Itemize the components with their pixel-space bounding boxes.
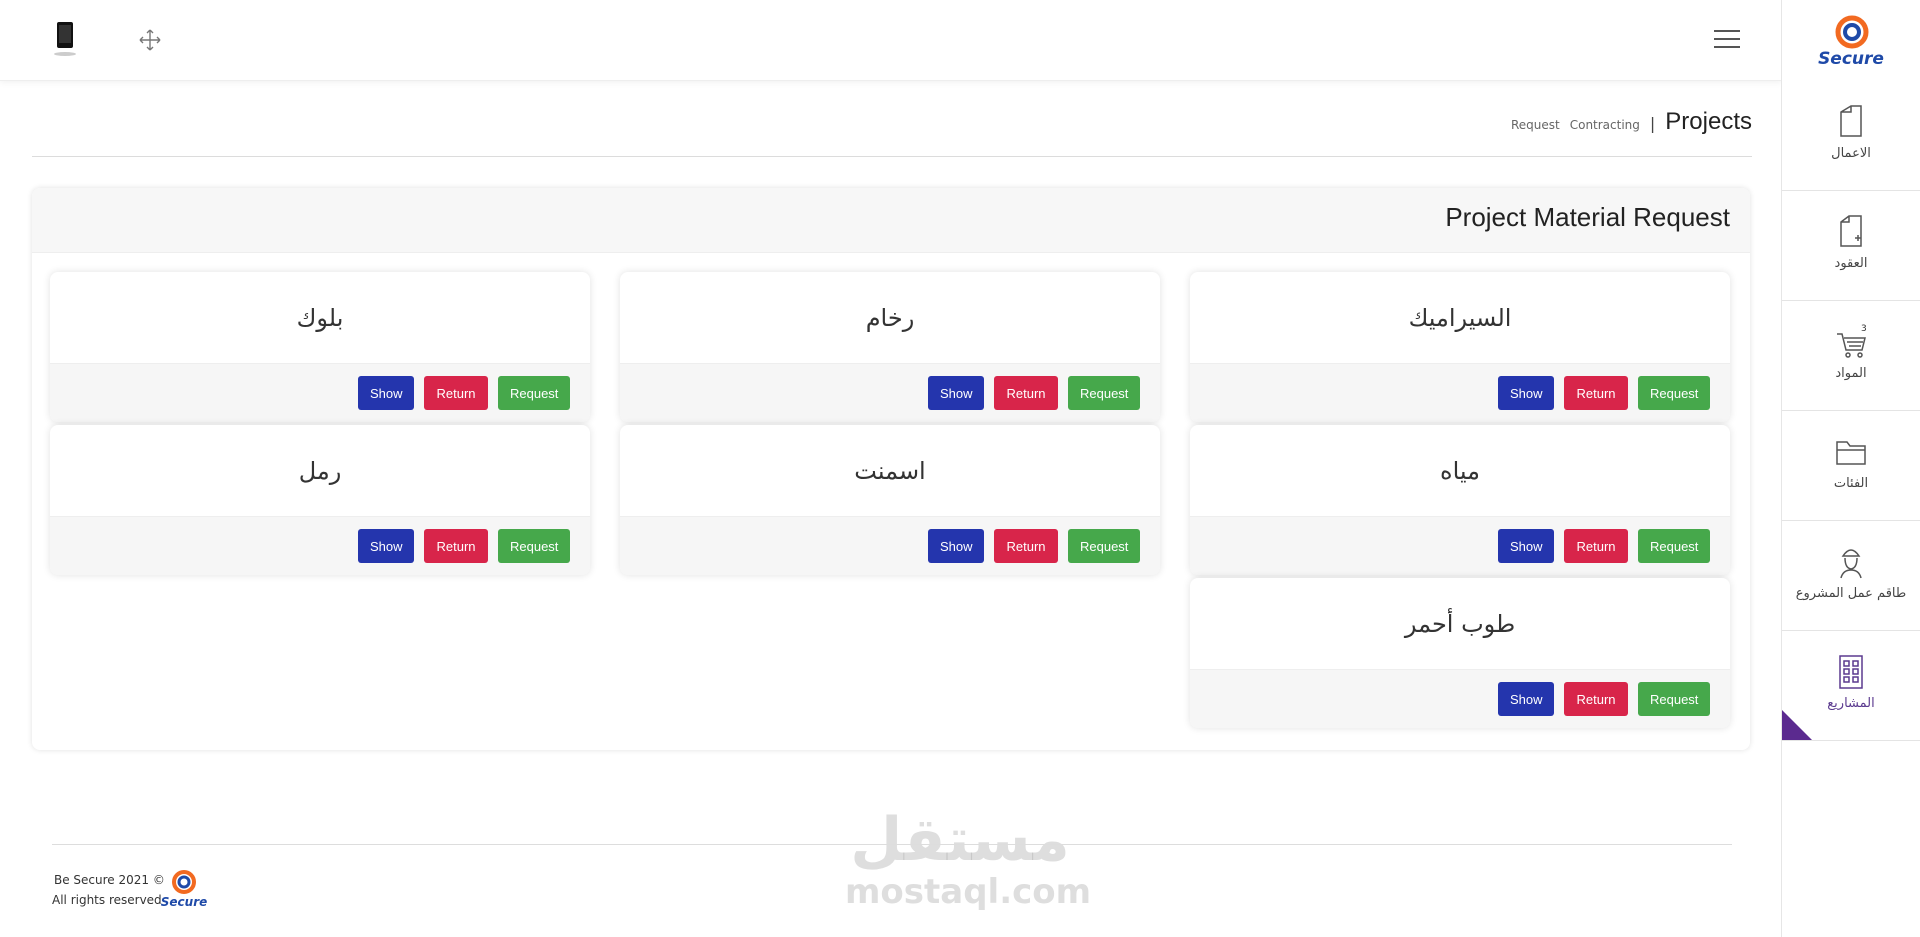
building-icon (1839, 655, 1863, 689)
hamburger-icon[interactable] (1714, 30, 1740, 50)
return-button[interactable]: Return (994, 376, 1058, 410)
logo-text: Secure (1818, 49, 1884, 68)
material-card-footer: Show Return Request (1190, 363, 1730, 422)
material-name: طوب أحمر (1404, 610, 1516, 638)
request-button[interactable]: Request (498, 376, 570, 410)
folder-icon (1836, 441, 1866, 465)
material-card-footer: Show Return Request (50, 516, 590, 575)
breadcrumb-separator: | (1649, 114, 1656, 133)
material-name: بلوك (296, 304, 344, 332)
document-icon (1840, 105, 1862, 137)
material-request-panel: Project Material Request السيراميك Show … (32, 188, 1750, 750)
sidebar-item-label: الفئات (1833, 476, 1869, 491)
sidebar-item-label: المواد (1835, 366, 1867, 381)
cart-icon: 3 (1837, 324, 1867, 358)
page-title: Projects (1665, 108, 1752, 135)
material-card: طوب أحمر Show Return Request (1190, 578, 1730, 728)
active-indicator (1782, 710, 1812, 740)
panel-title: Project Material Request (1445, 202, 1730, 232)
return-button[interactable]: Return (424, 376, 488, 410)
secure-logo[interactable]: Secure (1812, 12, 1890, 68)
material-card-footer: Show Return Request (1190, 516, 1730, 575)
sidebar-item-label: العقود (1834, 256, 1868, 271)
cart-badge: 3 (1861, 324, 1867, 334)
material-name: اسمنت (854, 457, 926, 485)
return-button[interactable]: Return (994, 529, 1058, 563)
watermark-arabic: مستقل (850, 805, 1070, 875)
sidebar-item-categories[interactable]: الفئات (1782, 410, 1920, 521)
material-card-footer: Show Return Request (1190, 669, 1730, 728)
return-button[interactable]: Return (1564, 529, 1628, 563)
material-name: رخام (865, 304, 915, 332)
add-document-icon (1840, 215, 1862, 247)
show-button[interactable]: Show (358, 376, 414, 410)
sidebar-item-contracts[interactable]: العقود (1782, 190, 1920, 301)
watermark: مستقل mostaql.com (845, 805, 1092, 912)
breadcrumb-request[interactable]: Request (1511, 118, 1560, 132)
show-button[interactable]: Show (1498, 529, 1554, 563)
material-card-footer: Show Return Request (50, 363, 590, 422)
tablet-icon[interactable] (52, 20, 78, 58)
request-button[interactable]: Request (1068, 376, 1140, 410)
top-header (0, 0, 1782, 81)
sidebar-item-materials[interactable]: 3 المواد (1782, 300, 1920, 411)
watermark-latin: mostaql.com (845, 872, 1092, 912)
footer: Be Secure 2021 © All rights reserved (52, 870, 165, 910)
show-button[interactable]: Show (1498, 682, 1554, 716)
show-button[interactable]: Show (1498, 376, 1554, 410)
sidebar-item-projects[interactable]: المشاريع (1782, 630, 1920, 741)
sidebar-item-label: الاعمال (1831, 146, 1871, 161)
return-button[interactable]: Return (424, 529, 488, 563)
material-card-footer: Show Return Request (620, 363, 1160, 422)
sidebar: Secure الاعمال العقود 3 المواد الفئات طا… (1781, 0, 1920, 937)
svg-text:Secure: Secure (161, 895, 208, 908)
material-card: رخام Show Return Request (620, 272, 1160, 422)
divider (32, 156, 1752, 157)
sidebar-item-label: طاقم عمل المشروع (1795, 586, 1907, 601)
worker-icon (1840, 549, 1862, 579)
rights-text: All rights reserved (52, 893, 162, 907)
request-button[interactable]: Request (498, 529, 570, 563)
material-card: اسمنت Show Return Request (620, 425, 1160, 575)
panel-header: Project Material Request (32, 188, 1750, 253)
breadcrumb-contracting[interactable]: Contracting (1570, 118, 1640, 132)
request-button[interactable]: Request (1638, 682, 1710, 716)
request-button[interactable]: Request (1638, 529, 1710, 563)
material-card-footer: Show Return Request (620, 516, 1160, 575)
material-name: مياه (1440, 457, 1480, 485)
request-button[interactable]: Request (1638, 376, 1710, 410)
sidebar-item-project-staff[interactable]: طاقم عمل المشروع (1782, 520, 1920, 631)
material-card: بلوك Show Return Request (50, 272, 590, 422)
material-card: السيراميك Show Return Request (1190, 272, 1730, 422)
material-name: رمل (298, 457, 342, 485)
show-button[interactable]: Show (928, 376, 984, 410)
copyright-text: Be Secure 2021 © (54, 873, 165, 887)
material-card: مياه Show Return Request (1190, 425, 1730, 575)
return-button[interactable]: Return (1564, 376, 1628, 410)
request-button[interactable]: Request (1068, 529, 1140, 563)
breadcrumb: Request Contracting | Projects (1511, 108, 1752, 140)
footer-divider (52, 844, 1732, 845)
material-name: السيراميك (1408, 304, 1512, 332)
footer-logo: Secure (161, 870, 208, 908)
show-button[interactable]: Show (358, 529, 414, 563)
material-card: رمل Show Return Request (50, 425, 590, 575)
fullscreen-icon[interactable] (138, 28, 162, 52)
show-button[interactable]: Show (928, 529, 984, 563)
return-button[interactable]: Return (1564, 682, 1628, 716)
sidebar-item-works[interactable]: الاعمال (1782, 80, 1920, 191)
sidebar-item-label: المشاريع (1827, 696, 1875, 711)
